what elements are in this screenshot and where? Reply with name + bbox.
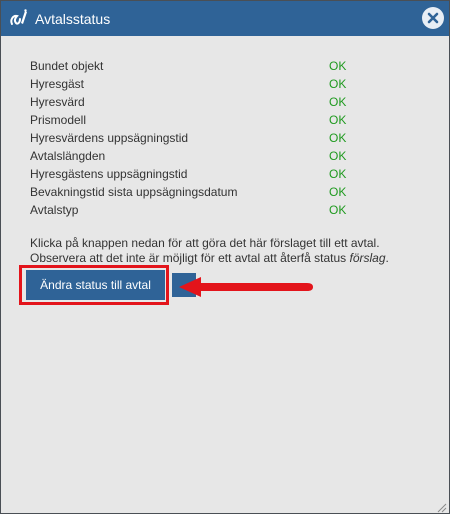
- avtalsstatus-dialog: Avtalsstatus Bundet objekt OK Hyresgäst …: [0, 0, 450, 514]
- dialog-title: Avtalsstatus: [35, 11, 111, 27]
- status-value: OK: [329, 185, 347, 199]
- close-button[interactable]: [422, 7, 444, 29]
- info-line-2-suffix: .: [385, 251, 389, 265]
- status-label: Avtalstyp: [30, 203, 79, 217]
- status-value: OK: [329, 167, 347, 181]
- info-line-2: Observera att det inte är möjligt för et…: [30, 251, 430, 266]
- arrow-left-icon: [177, 276, 317, 303]
- info-text: Klicka på knappen nedan för att göra det…: [30, 236, 430, 266]
- status-list: Bundet objekt OK Hyresgäst OK Hyresvärd …: [30, 57, 360, 219]
- status-row: Prismodell OK: [30, 111, 360, 129]
- status-row: Bundet objekt OK: [30, 57, 360, 75]
- contract-signature-icon: [8, 8, 30, 30]
- status-label: Avtalslängden: [30, 149, 106, 163]
- status-row: Avtalslängden OK: [30, 147, 360, 165]
- annotation-highlight-box: [19, 265, 169, 305]
- status-label: Prismodell: [30, 113, 87, 127]
- status-row: Hyresvärd OK: [30, 93, 360, 111]
- dialog-titlebar: Avtalsstatus: [1, 1, 449, 36]
- status-row: Hyresgäst OK: [30, 75, 360, 93]
- status-value: OK: [329, 77, 347, 91]
- status-value: OK: [329, 203, 347, 217]
- status-label: Hyresgästens uppsägningstid: [30, 167, 188, 181]
- status-value: OK: [329, 59, 347, 73]
- status-value: OK: [329, 149, 347, 163]
- status-value: OK: [329, 113, 347, 127]
- status-row: Avtalstyp OK: [30, 201, 360, 219]
- status-row: Hyresgästens uppsägningstid OK: [30, 165, 360, 183]
- status-label: Hyresvärd: [30, 95, 85, 109]
- status-row: Bevakningstid sista uppsägningsdatum OK: [30, 183, 360, 201]
- status-label: Bundet objekt: [30, 59, 104, 73]
- info-line-1: Klicka på knappen nedan för att göra det…: [30, 236, 380, 250]
- info-line-2-text: Observera att det inte är möjligt för et…: [30, 251, 350, 265]
- status-value: OK: [329, 95, 347, 109]
- info-line-2-emphasis: förslag: [349, 251, 386, 265]
- status-label: Hyresgäst: [30, 77, 85, 91]
- resize-grip-icon[interactable]: [437, 500, 447, 518]
- status-label: Hyresvärdens uppsägningstid: [30, 131, 189, 145]
- status-row: Hyresvärdens uppsägningstid OK: [30, 129, 360, 147]
- close-icon: [427, 12, 439, 24]
- status-label: Bevakningstid sista uppsägningsdatum: [30, 185, 238, 199]
- status-value: OK: [329, 131, 347, 145]
